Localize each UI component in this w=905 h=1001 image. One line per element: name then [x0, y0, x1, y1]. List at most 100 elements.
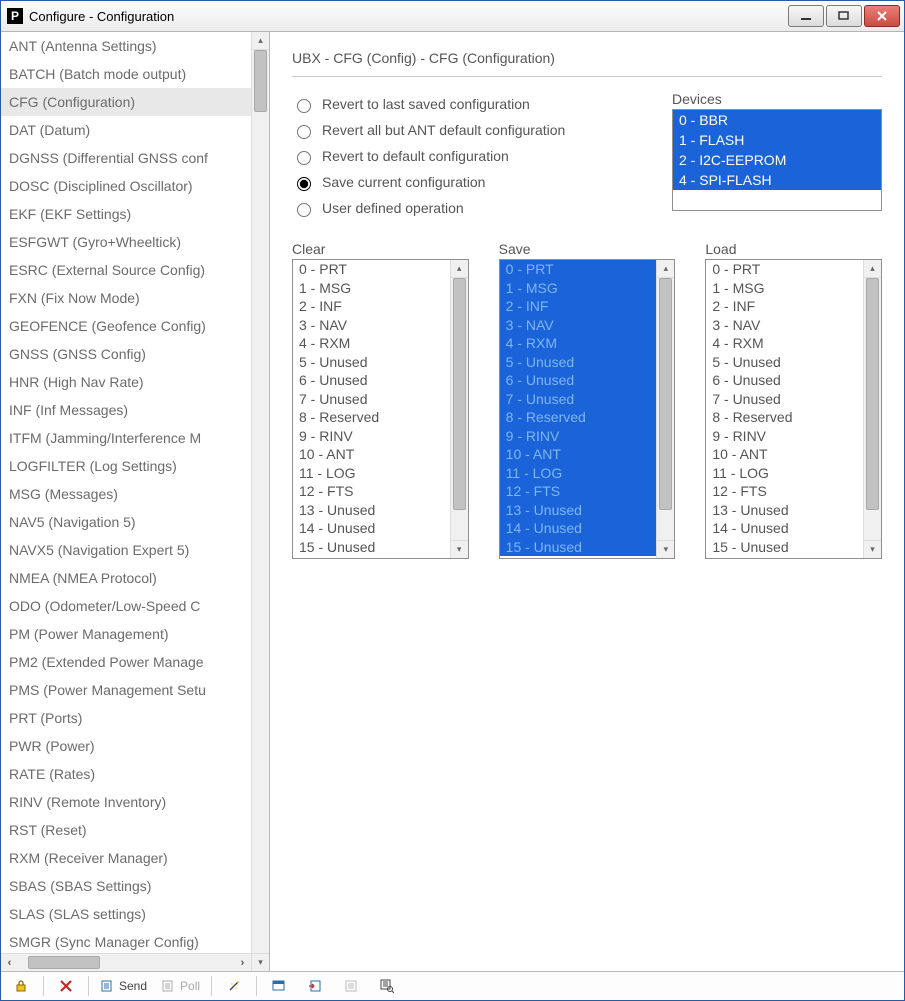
radio-input[interactable]	[297, 99, 311, 113]
send-button[interactable]: Send	[95, 974, 152, 998]
lock-button[interactable]	[5, 974, 37, 998]
list-item[interactable]: 8 - Reserved	[706, 408, 863, 427]
list-item[interactable]: 5 - Unused	[706, 353, 863, 372]
maximize-button[interactable]	[826, 5, 862, 27]
list-item[interactable]: 3 - NAV	[293, 316, 450, 335]
list-item[interactable]: 14 - Unused	[706, 519, 863, 538]
list-item[interactable]: 10 - ANT	[706, 445, 863, 464]
sidebar-item[interactable]: SBAS (SBAS Settings)	[1, 872, 251, 900]
scroll-up-icon[interactable]: ▴	[864, 260, 881, 278]
list-item[interactable]: 7 - Unused	[293, 390, 450, 409]
scroll-left-icon[interactable]: ‹	[1, 954, 18, 971]
list-item[interactable]: 9 - RINV	[500, 427, 657, 446]
list-item[interactable]: 7 - Unused	[706, 390, 863, 409]
list-item[interactable]: 14 - Unused	[500, 519, 657, 538]
list-item[interactable]: 6 - Unused	[293, 371, 450, 390]
hscroll-track[interactable]	[18, 954, 234, 971]
radio-input[interactable]	[297, 151, 311, 165]
sidebar-item[interactable]: EKF (EKF Settings)	[1, 200, 251, 228]
list-item[interactable]: 9 - RINV	[706, 427, 863, 446]
sidebar-item[interactable]: LOGFILTER (Log Settings)	[1, 452, 251, 480]
scroll-down-icon[interactable]: ▾	[864, 540, 881, 558]
list-item[interactable]: 4 - RXM	[500, 334, 657, 353]
delete-button[interactable]	[50, 974, 82, 998]
list-item[interactable]: 5 - Unused	[500, 353, 657, 372]
sidebar-item[interactable]: ESFGWT (Gyro+Wheeltick)	[1, 228, 251, 256]
radio-input[interactable]	[297, 203, 311, 217]
list-item[interactable]: 6 - Unused	[706, 371, 863, 390]
list-item[interactable]: 3 - NAV	[500, 316, 657, 335]
list-item[interactable]: 11 - LOG	[500, 464, 657, 483]
sidebar-item[interactable]: RINV (Remote Inventory)	[1, 788, 251, 816]
list-item[interactable]: 0 - PRT	[706, 260, 863, 279]
close-button[interactable]	[864, 5, 900, 27]
sidebar-item[interactable]: SLAS (SLAS settings)	[1, 900, 251, 928]
list-item[interactable]: 15 - Unused	[500, 538, 657, 557]
operation-radio-option[interactable]: Revert to last saved configuration	[292, 91, 642, 117]
sidebar-item[interactable]: PWR (Power)	[1, 732, 251, 760]
list-item[interactable]: 2 - INF	[293, 297, 450, 316]
clear-scrollbar[interactable]: ▴ ▾	[450, 260, 468, 558]
wand-button[interactable]	[218, 974, 250, 998]
minimize-button[interactable]	[788, 5, 824, 27]
tool-3-button[interactable]	[335, 974, 367, 998]
sidebar-item[interactable]: PMS (Power Management Setu	[1, 676, 251, 704]
list-item[interactable]: 12 - FTS	[293, 482, 450, 501]
list-item[interactable]: 15 - Unused	[706, 538, 863, 557]
sidebar-hscrollbar[interactable]: ‹ ›	[1, 953, 251, 971]
sidebar-item[interactable]: RATE (Rates)	[1, 760, 251, 788]
sidebar-item[interactable]: RXM (Receiver Manager)	[1, 844, 251, 872]
list-item[interactable]: 1 - MSG	[706, 279, 863, 298]
sidebar-item[interactable]: ESRC (External Source Config)	[1, 256, 251, 284]
list-item[interactable]: 7 - Unused	[500, 390, 657, 409]
list-item[interactable]: 0 - PRT	[293, 260, 450, 279]
list-item[interactable]: 10 - ANT	[293, 445, 450, 464]
tool-4-button[interactable]	[371, 974, 403, 998]
sidebar-item[interactable]: ANT (Antenna Settings)	[1, 32, 251, 60]
sidebar-item[interactable]: SMGR (Sync Manager Config)	[1, 928, 251, 953]
operation-radio-option[interactable]: Revert all but ANT default configuration	[292, 117, 642, 143]
sidebar-item[interactable]: MSG (Messages)	[1, 480, 251, 508]
sidebar-item[interactable]: DOSC (Disciplined Oscillator)	[1, 172, 251, 200]
list-item[interactable]: 5 - Unused	[293, 353, 450, 372]
save-listbox[interactable]: 0 - PRT1 - MSG2 - INF3 - NAV4 - RXM5 - U…	[499, 259, 676, 559]
list-item[interactable]: 8 - Reserved	[500, 408, 657, 427]
scroll-up-icon[interactable]: ▴	[657, 260, 674, 278]
sidebar-item[interactable]: NMEA (NMEA Protocol)	[1, 564, 251, 592]
clear-listbox[interactable]: 0 - PRT1 - MSG2 - INF3 - NAV4 - RXM5 - U…	[292, 259, 469, 559]
hscroll-thumb[interactable]	[28, 956, 100, 969]
scroll-thumb[interactable]	[866, 278, 879, 510]
sidebar-item[interactable]: ODO (Odometer/Low-Speed C	[1, 592, 251, 620]
list-item[interactable]: 10 - ANT	[500, 445, 657, 464]
list-item[interactable]: 3 - NAV	[706, 316, 863, 335]
sidebar-item[interactable]: NAVX5 (Navigation Expert 5)	[1, 536, 251, 564]
scroll-right-icon[interactable]: ›	[234, 954, 251, 971]
sidebar-list[interactable]: ANT (Antenna Settings)BATCH (Batch mode …	[1, 32, 251, 953]
operation-radio-option[interactable]: Revert to default configuration	[292, 143, 642, 169]
scroll-thumb[interactable]	[453, 278, 466, 510]
load-scrollbar[interactable]: ▴ ▾	[863, 260, 881, 558]
sidebar-item[interactable]: INF (Inf Messages)	[1, 396, 251, 424]
list-item[interactable]: 13 - Unused	[500, 501, 657, 520]
tool-2-button[interactable]	[299, 974, 331, 998]
list-item[interactable]: 12 - FTS	[500, 482, 657, 501]
radio-input[interactable]	[297, 125, 311, 139]
sidebar-item[interactable]: PM (Power Management)	[1, 620, 251, 648]
poll-button[interactable]: Poll	[156, 974, 205, 998]
sidebar-item[interactable]: DAT (Datum)	[1, 116, 251, 144]
sidebar-item[interactable]: GEOFENCE (Geofence Config)	[1, 312, 251, 340]
scroll-thumb[interactable]	[659, 278, 672, 510]
list-item[interactable]: 2 - INF	[500, 297, 657, 316]
list-item[interactable]: 1 - MSG	[500, 279, 657, 298]
sidebar-item[interactable]: DGNSS (Differential GNSS conf	[1, 144, 251, 172]
sidebar-item[interactable]: FXN (Fix Now Mode)	[1, 284, 251, 312]
list-item[interactable]: 14 - Unused	[293, 519, 450, 538]
device-item[interactable]: 1 - FLASH	[673, 130, 881, 150]
sidebar-item[interactable]: GNSS (GNSS Config)	[1, 340, 251, 368]
sidebar-item[interactable]: NAV5 (Navigation 5)	[1, 508, 251, 536]
vscroll-track[interactable]	[252, 50, 269, 953]
sidebar-item[interactable]: ITFM (Jamming/Interference M	[1, 424, 251, 452]
list-item[interactable]: 0 - PRT	[500, 260, 657, 279]
device-item[interactable]: 0 - BBR	[673, 110, 881, 130]
list-item[interactable]: 13 - Unused	[293, 501, 450, 520]
